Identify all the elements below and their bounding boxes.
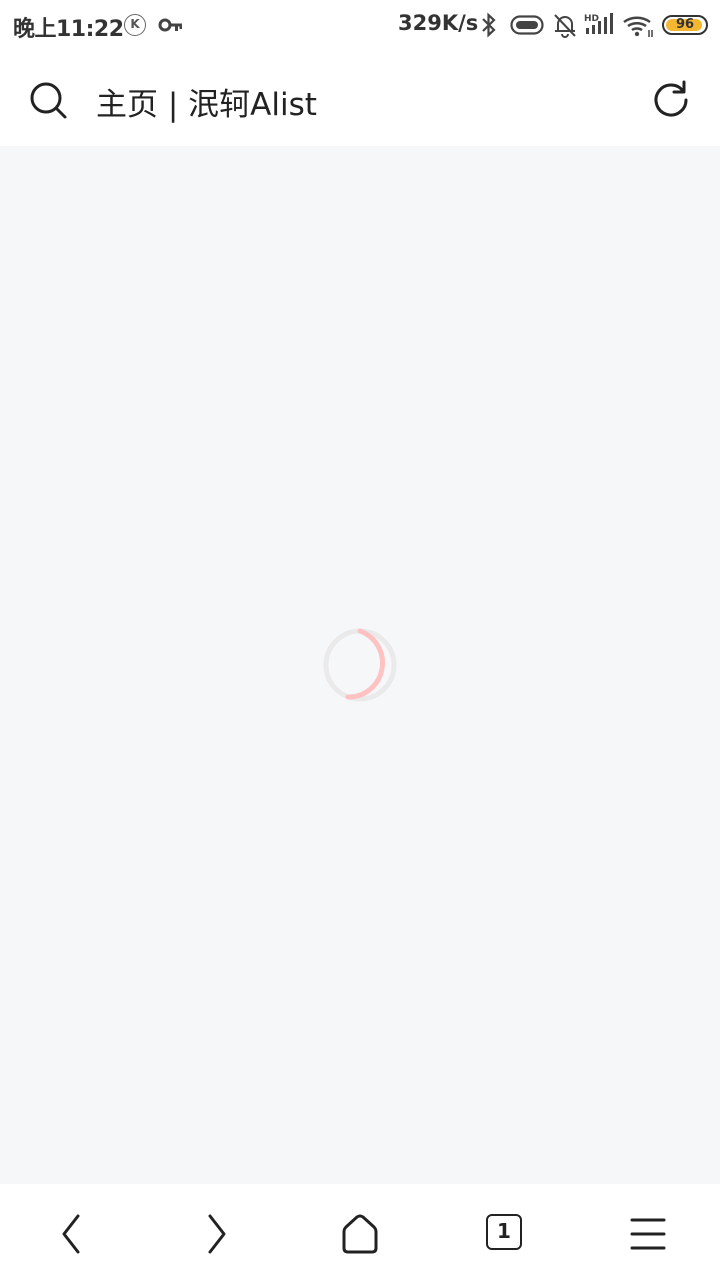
home-icon[interactable] bbox=[338, 1212, 382, 1256]
bell-muted-icon bbox=[554, 14, 576, 38]
vibrate-icon bbox=[510, 15, 544, 35]
tabs-icon[interactable]: 1 bbox=[486, 1214, 522, 1250]
status-bar: 晚上11:22 K 329K/s HD 96 bbox=[0, 0, 720, 50]
back-icon[interactable] bbox=[50, 1212, 94, 1256]
refresh-icon[interactable] bbox=[650, 78, 692, 120]
top-nav: 主页 | 泯轲Alist bbox=[0, 50, 720, 146]
network-speed: 329K/s bbox=[398, 11, 479, 35]
signal-icon: HD bbox=[584, 13, 613, 34]
status-time: 晚上11:22 bbox=[13, 17, 124, 42]
k-icon: K bbox=[124, 14, 146, 36]
wifi-icon bbox=[623, 16, 653, 37]
vpn-key-icon bbox=[158, 18, 182, 32]
battery-icon: 96 bbox=[662, 15, 708, 35]
page-content bbox=[0, 146, 720, 1184]
battery-level: 96 bbox=[675, 17, 695, 32]
menu-icon[interactable] bbox=[626, 1212, 670, 1256]
bluetooth-icon bbox=[482, 12, 496, 38]
loading-spinner bbox=[323, 628, 397, 702]
hd-label: HD bbox=[584, 14, 599, 24]
forward-icon[interactable] bbox=[194, 1212, 238, 1256]
browser-page: 晚上11:22 K 329K/s HD 96 主页 | 泯轲Alist 1 bbox=[0, 0, 720, 1280]
search-icon[interactable] bbox=[28, 80, 68, 120]
page-title[interactable]: 主页 | 泯轲Alist bbox=[96, 79, 317, 124]
bottom-toolbar: 1 bbox=[0, 1184, 720, 1280]
